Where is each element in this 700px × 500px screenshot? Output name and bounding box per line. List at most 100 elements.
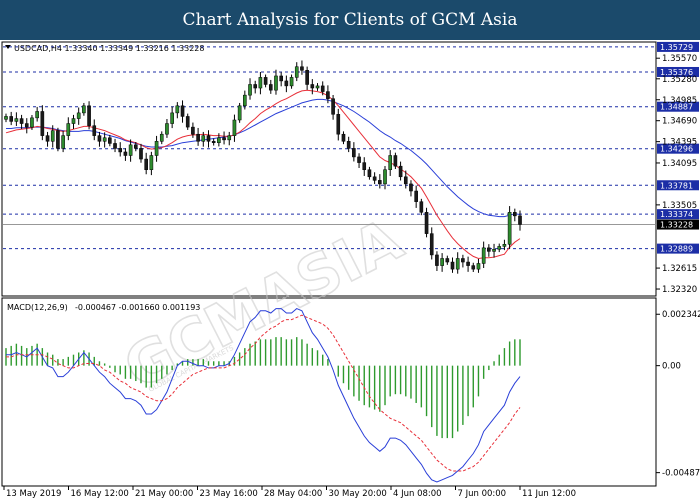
bull-candle — [165, 123, 169, 135]
bear-candle — [40, 111, 45, 136]
bear-candle — [513, 212, 517, 217]
bull-candle — [217, 137, 221, 143]
price-tick-label: 1.32320 — [662, 285, 697, 295]
price-tick-label: 1.35570 — [662, 54, 697, 64]
bull-candle — [440, 258, 444, 266]
current-price-label: 1.33228 — [660, 221, 693, 230]
level-tag-label: 1.35729 — [660, 43, 693, 52]
bull-candle — [14, 118, 19, 122]
time-axis: 13 May 2019 16 May 12:00 21 May 00:00 23 Ma… — [3, 486, 576, 499]
bull-candle — [237, 105, 242, 121]
bear-candle — [471, 265, 476, 270]
bear-candle — [222, 137, 226, 141]
bull-candle — [455, 258, 460, 270]
bear-candle — [518, 215, 522, 225]
bear-candle — [253, 84, 258, 89]
time-tick-label: 23 May 16:00 — [200, 489, 258, 499]
bear-candle — [357, 156, 361, 163]
bear-candle — [123, 151, 128, 156]
price-tick-label: 1.34095 — [662, 159, 697, 169]
bear-candle — [19, 118, 24, 124]
bear-candle — [268, 84, 273, 91]
bear-candle — [450, 261, 455, 270]
time-tick-label: 30 May 20:00 — [329, 489, 387, 499]
bull-candle — [476, 263, 481, 270]
bear-candle — [9, 116, 13, 122]
time-tick-label: 28 May 04:00 — [264, 489, 322, 499]
chart-svg: GCMASIA GLOBAL CAPITAL MARKETS USDCAD,H4… — [1, 41, 700, 499]
bear-candle — [320, 85, 325, 92]
bear-candle — [118, 148, 123, 153]
bear-candle — [419, 201, 424, 213]
bull-candle — [30, 117, 34, 128]
bear-candle — [211, 141, 216, 143]
bull-candle — [497, 246, 502, 250]
macd-axis: 0.002342 0.00 -0.004874 — [656, 310, 700, 479]
bull-candle — [388, 155, 393, 170]
time-tick-label: 11 Jun 12:00 — [522, 489, 576, 499]
bear-candle — [191, 126, 195, 135]
bear-candle — [139, 148, 143, 160]
bull-candle — [61, 135, 65, 149]
bull-candle — [102, 137, 107, 142]
bear-candle — [378, 180, 382, 185]
level-tag-label: 1.33374 — [660, 210, 693, 219]
bull-candle — [294, 66, 299, 78]
bear-candle — [362, 162, 367, 170]
bull-candle — [154, 141, 159, 156]
bear-candle — [409, 183, 413, 192]
bull-candle — [232, 119, 237, 136]
bear-candle — [352, 148, 356, 158]
bear-candle — [263, 77, 268, 85]
bear-candle — [279, 75, 283, 82]
price-tick-label: 1.33505 — [662, 201, 697, 211]
bear-candle — [144, 158, 148, 170]
bull-candle — [502, 244, 507, 247]
bear-candle — [346, 141, 351, 149]
bull-candle — [128, 144, 133, 156]
bear-candle — [92, 125, 97, 136]
macd-tick-label: -0.004874 — [662, 469, 700, 479]
bull-candle — [258, 77, 263, 89]
price-tick-label: 1.35280 — [662, 75, 697, 85]
bear-candle — [284, 80, 289, 87]
bear-candle — [185, 116, 190, 128]
bull-candle — [248, 84, 252, 96]
time-tick-label: 16 May 12:00 — [71, 489, 129, 499]
bull-candle — [71, 118, 76, 124]
bear-candle — [461, 258, 465, 263]
bull-candle — [76, 112, 81, 119]
bear-candle — [305, 70, 309, 85]
bull-candle — [35, 111, 39, 119]
bull-candle — [66, 123, 71, 136]
bear-candle — [403, 176, 408, 185]
price-tick-label: 1.34985 — [662, 96, 697, 106]
time-tick-label: 7 Jun 00:00 — [458, 489, 507, 499]
bull-candle — [50, 130, 55, 142]
bear-candle — [56, 130, 60, 149]
bull-candle — [507, 212, 512, 245]
time-tick-label: 4 Jun 08:00 — [393, 489, 442, 499]
bear-candle — [97, 135, 102, 142]
bull-candle — [175, 105, 180, 114]
bull-candle — [383, 169, 387, 185]
macd-values: -0.000467 -0.001660 0.001193 — [75, 303, 200, 312]
bull-candle — [492, 249, 496, 252]
price-tick-label: 1.34690 — [662, 117, 697, 127]
price-tick-label: 1.34395 — [662, 138, 697, 148]
bear-candle — [341, 133, 346, 142]
bear-candle — [487, 247, 491, 252]
bull-candle — [481, 247, 486, 264]
bear-candle — [87, 105, 91, 126]
bear-candle — [429, 233, 434, 256]
bear-candle — [424, 212, 429, 234]
bear-candle — [133, 144, 138, 149]
bear-candle — [45, 135, 50, 142]
bear-candle — [326, 91, 330, 99]
bear-candle — [393, 155, 398, 167]
bull-candle — [315, 85, 320, 89]
bear-candle — [398, 165, 403, 178]
bull-candle — [243, 94, 247, 107]
bear-candle — [435, 254, 439, 266]
price-axis: 1.35570 1.35280 1.34985 1.34690 1.34395 1.340… — [656, 54, 697, 295]
